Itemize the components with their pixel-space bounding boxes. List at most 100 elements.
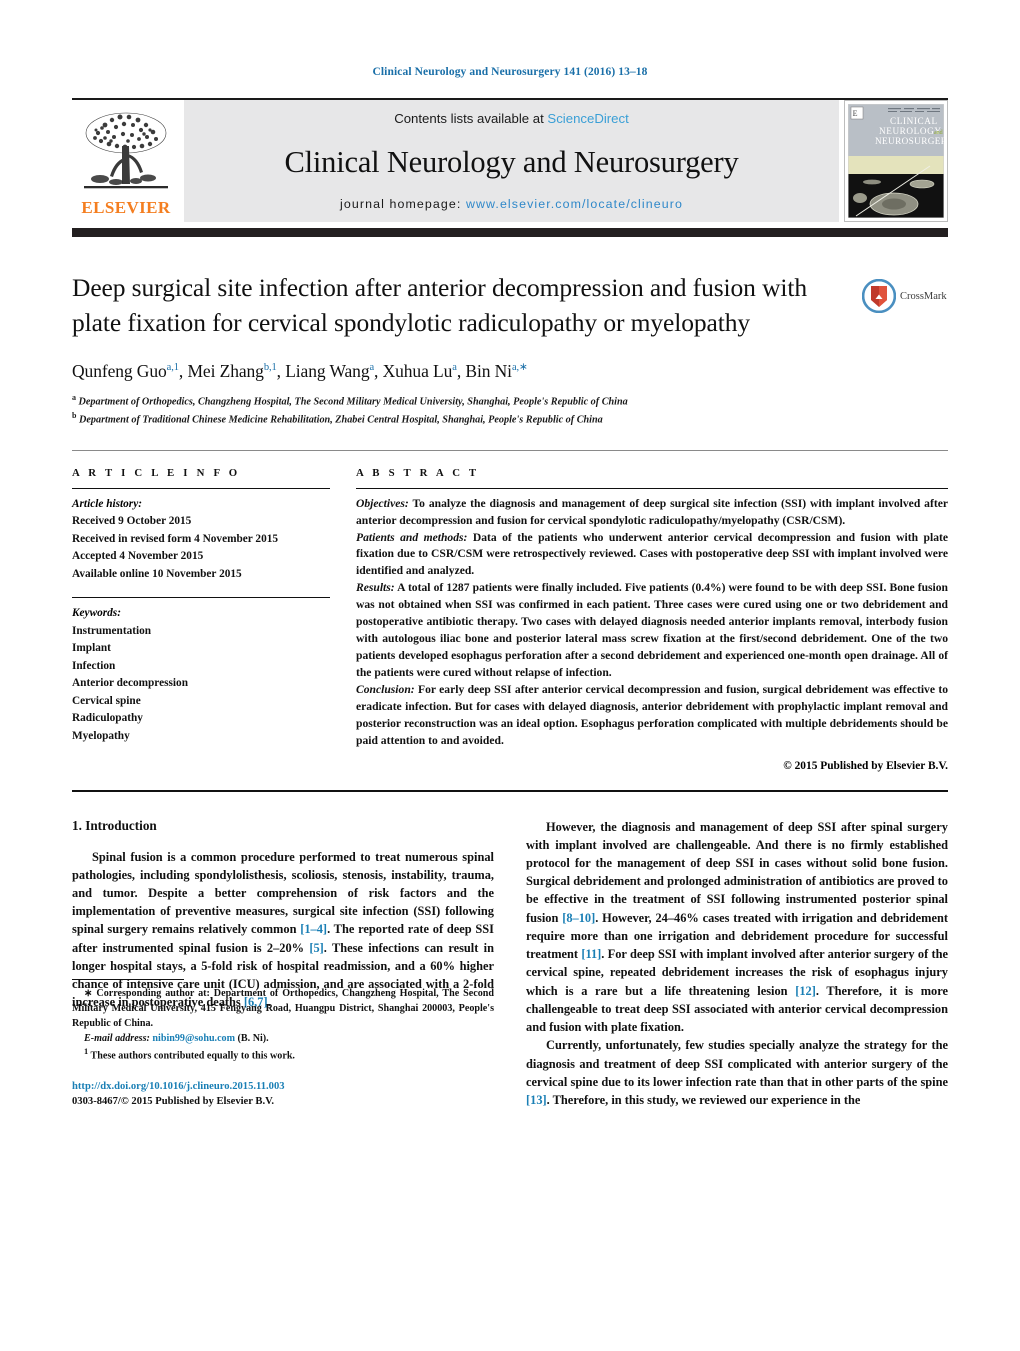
affiliation-a-text: Department of Orthopedics, Changzheng Ho… [78,396,628,408]
equal-text: These authors contributed equally to thi… [90,1050,295,1062]
journal-homepage-line: journal homepage: www.elsevier.com/locat… [184,197,839,211]
journal-masthead: ELSEVIER Contents lists available at Sci… [72,98,948,222]
abstract-body: Objectives: To analyze the diagnosis and… [356,496,948,750]
info-top-rule [72,449,948,451]
abstract-rule [356,487,948,489]
abstract-section: Conclusion: For early deep SSI after ant… [356,682,948,750]
equal-marker: 1 [84,1047,89,1057]
contents-available-line: Contents lists available at ScienceDirec… [184,111,839,126]
citation-link[interactable]: [13] [526,1093,547,1107]
affiliation-b-marker: b [72,411,77,421]
keyword-item: Anterior decompression [72,677,188,690]
keywords-block: Keywords: Instrumentation Implant Infect… [72,597,330,745]
citation-link[interactable]: [1–4] [300,922,327,936]
history-item: Received in revised form 4 November 2015 [72,532,279,545]
keyword-item: Cervical spine [72,694,141,707]
issn-copyright-line: 0303-8467/© 2015 Published by Elsevier B… [72,1095,275,1107]
crossmark-label: CrossMark [900,290,947,302]
journal-band: Contents lists available at ScienceDirec… [184,100,839,222]
abstract-column: A B S T R A C T Objectives: To analyze t… [356,467,948,772]
citation-link[interactable]: [12] [795,984,816,998]
abstract-section: Results: A total of 1287 patients were f… [356,580,948,682]
svg-text:CLINICAL: CLINICAL [890,116,938,126]
history-item: Received 9 October 2015 [72,515,192,528]
journal-title: Clinical Neurology and Neurosurgery [284,145,739,180]
doi-block: http://dx.doi.org/10.1016/j.clineuro.201… [72,1079,494,1110]
page-title: Deep surgical site infection after anter… [72,273,808,337]
body-text-run: However, the diagnosis and management of… [526,819,948,925]
crossmark-badge[interactable]: CrossMark [862,279,948,313]
email-link[interactable]: nibin99@sohu.com [152,1033,235,1044]
abstract-bottom-rule [72,789,948,792]
corresponding-marker: ∗ [84,987,93,999]
body-paragraph: Currently, unfortunately, few studies sp… [526,1036,948,1109]
body-paragraph: However, the diagnosis and management of… [526,818,948,1037]
footnote-email: E-mail address: nibin99@sohu.com (B. Ni)… [72,1031,494,1046]
abstract-section-text: To analyze the diagnosis and management … [356,496,948,527]
abstract-section-label: Results: [356,581,395,595]
article-info-rule [72,487,330,489]
journal-article-page: Clinical Neurology and Neurosurgery 141 … [0,0,1020,1351]
homepage-prefix: journal homepage: [340,196,462,211]
citation-link[interactable]: [11] [581,947,601,961]
cover-art: E CLINICAL NEUROLOGY and NEUROSURGERY [848,104,944,218]
abstract-section-text: A total of 1287 patients were finally in… [356,581,948,679]
affiliation-a-marker: a [72,393,76,403]
section-heading-introduction: 1. Introduction [72,817,157,833]
history-item: Accepted 4 November 2015 [72,550,204,563]
affiliation-a: a Department of Orthopedics, Changzheng … [72,392,948,410]
author-list: Qunfeng Guoa,1, Mei Zhangb,1, Liang Wang… [72,361,528,382]
abstract-section-text: For early deep SSI after anterior cervic… [356,682,948,747]
keyword-item: Infection [72,659,116,672]
article-history-label: Article history: [72,497,142,510]
email-suffix: (B. Ni). [237,1032,269,1044]
citation-link[interactable]: [5] [309,941,323,955]
footnote-equal-contribution: 1 These authors contributed equally to t… [72,1046,494,1064]
email-label: E-mail address: [84,1032,150,1044]
keyword-item: Instrumentation [72,624,152,637]
body-column-right: However, the diagnosis and management of… [526,818,948,1110]
journal-homepage-link[interactable]: www.elsevier.com/locate/clineuro [466,197,683,211]
corresponding-text: Corresponding author at: Department of O… [72,987,494,1029]
svg-text:NEUROLOGY: NEUROLOGY [879,126,942,136]
crossmark-icon [862,279,896,313]
footnote-corresponding-author: ∗ Corresponding author at: Department of… [72,986,494,1031]
elsevier-wordmark: ELSEVIER [81,198,171,217]
body-column-left: 1. Introduction Spinal fusion is a commo… [72,818,494,1110]
keyword-item: Myelopathy [72,729,130,742]
doi-link[interactable]: http://dx.doi.org/10.1016/j.clineuro.201… [72,1079,494,1094]
footnote-divider [72,978,184,980]
keyword-item: Implant [72,642,111,655]
abstract-copyright: © 2015 Published by Elsevier B.V. [783,759,948,772]
journal-cover-thumbnail: E CLINICAL NEUROLOGY and NEUROSURGERY [844,100,948,222]
body-text-run: Currently, unfortunately, few studies sp… [526,1038,948,1089]
article-info-heading: A R T I C L E I N F O [72,466,241,479]
abstract-section-label: Patients and methods: [356,530,468,544]
footnote-zone: ∗ Corresponding author at: Department of… [72,965,494,1110]
keywords-rule [72,597,330,599]
elsevier-logo: ELSEVIER [72,100,180,222]
elsevier-tree-icon [84,112,168,189]
masthead-bottom-rule [72,228,948,237]
abstract-section: Patients and methods: Data of the patien… [356,530,948,581]
article-info-column: A R T I C L E I N F O Article history: R… [72,467,330,772]
svg-text:NEUROSURGERY: NEUROSURGERY [875,136,944,146]
info-abstract-region: A R T I C L E I N F O Article history: R… [72,467,948,772]
keywords-label: Keywords: [72,607,121,620]
article-body: 1. Introduction Spinal fusion is a commo… [72,818,948,1110]
citation-link[interactable]: [8–10] [562,911,595,925]
sciencedirect-link[interactable]: ScienceDirect [547,111,628,126]
abstract-section-label: Conclusion: [356,682,415,696]
history-item: Available online 10 November 2015 [72,567,242,580]
abstract-section: Objectives: To analyze the diagnosis and… [356,496,948,530]
keyword-item: Radiculopathy [72,712,143,725]
abstract-heading: A B S T R A C T [356,466,480,479]
running-head: Clinical Neurology and Neurosurgery 141 … [372,66,648,78]
introduction-text-right: However, the diagnosis and management of… [526,818,948,1110]
affiliation-b-text: Department of Traditional Chinese Medici… [79,414,603,426]
contents-prefix: Contents lists available at [394,111,544,126]
affiliation-list: a Department of Orthopedics, Changzheng … [72,392,948,427]
svg-text:E: E [853,109,858,118]
affiliation-b: b Department of Traditional Chinese Medi… [72,410,948,428]
abstract-section-label: Objectives: [356,496,409,510]
